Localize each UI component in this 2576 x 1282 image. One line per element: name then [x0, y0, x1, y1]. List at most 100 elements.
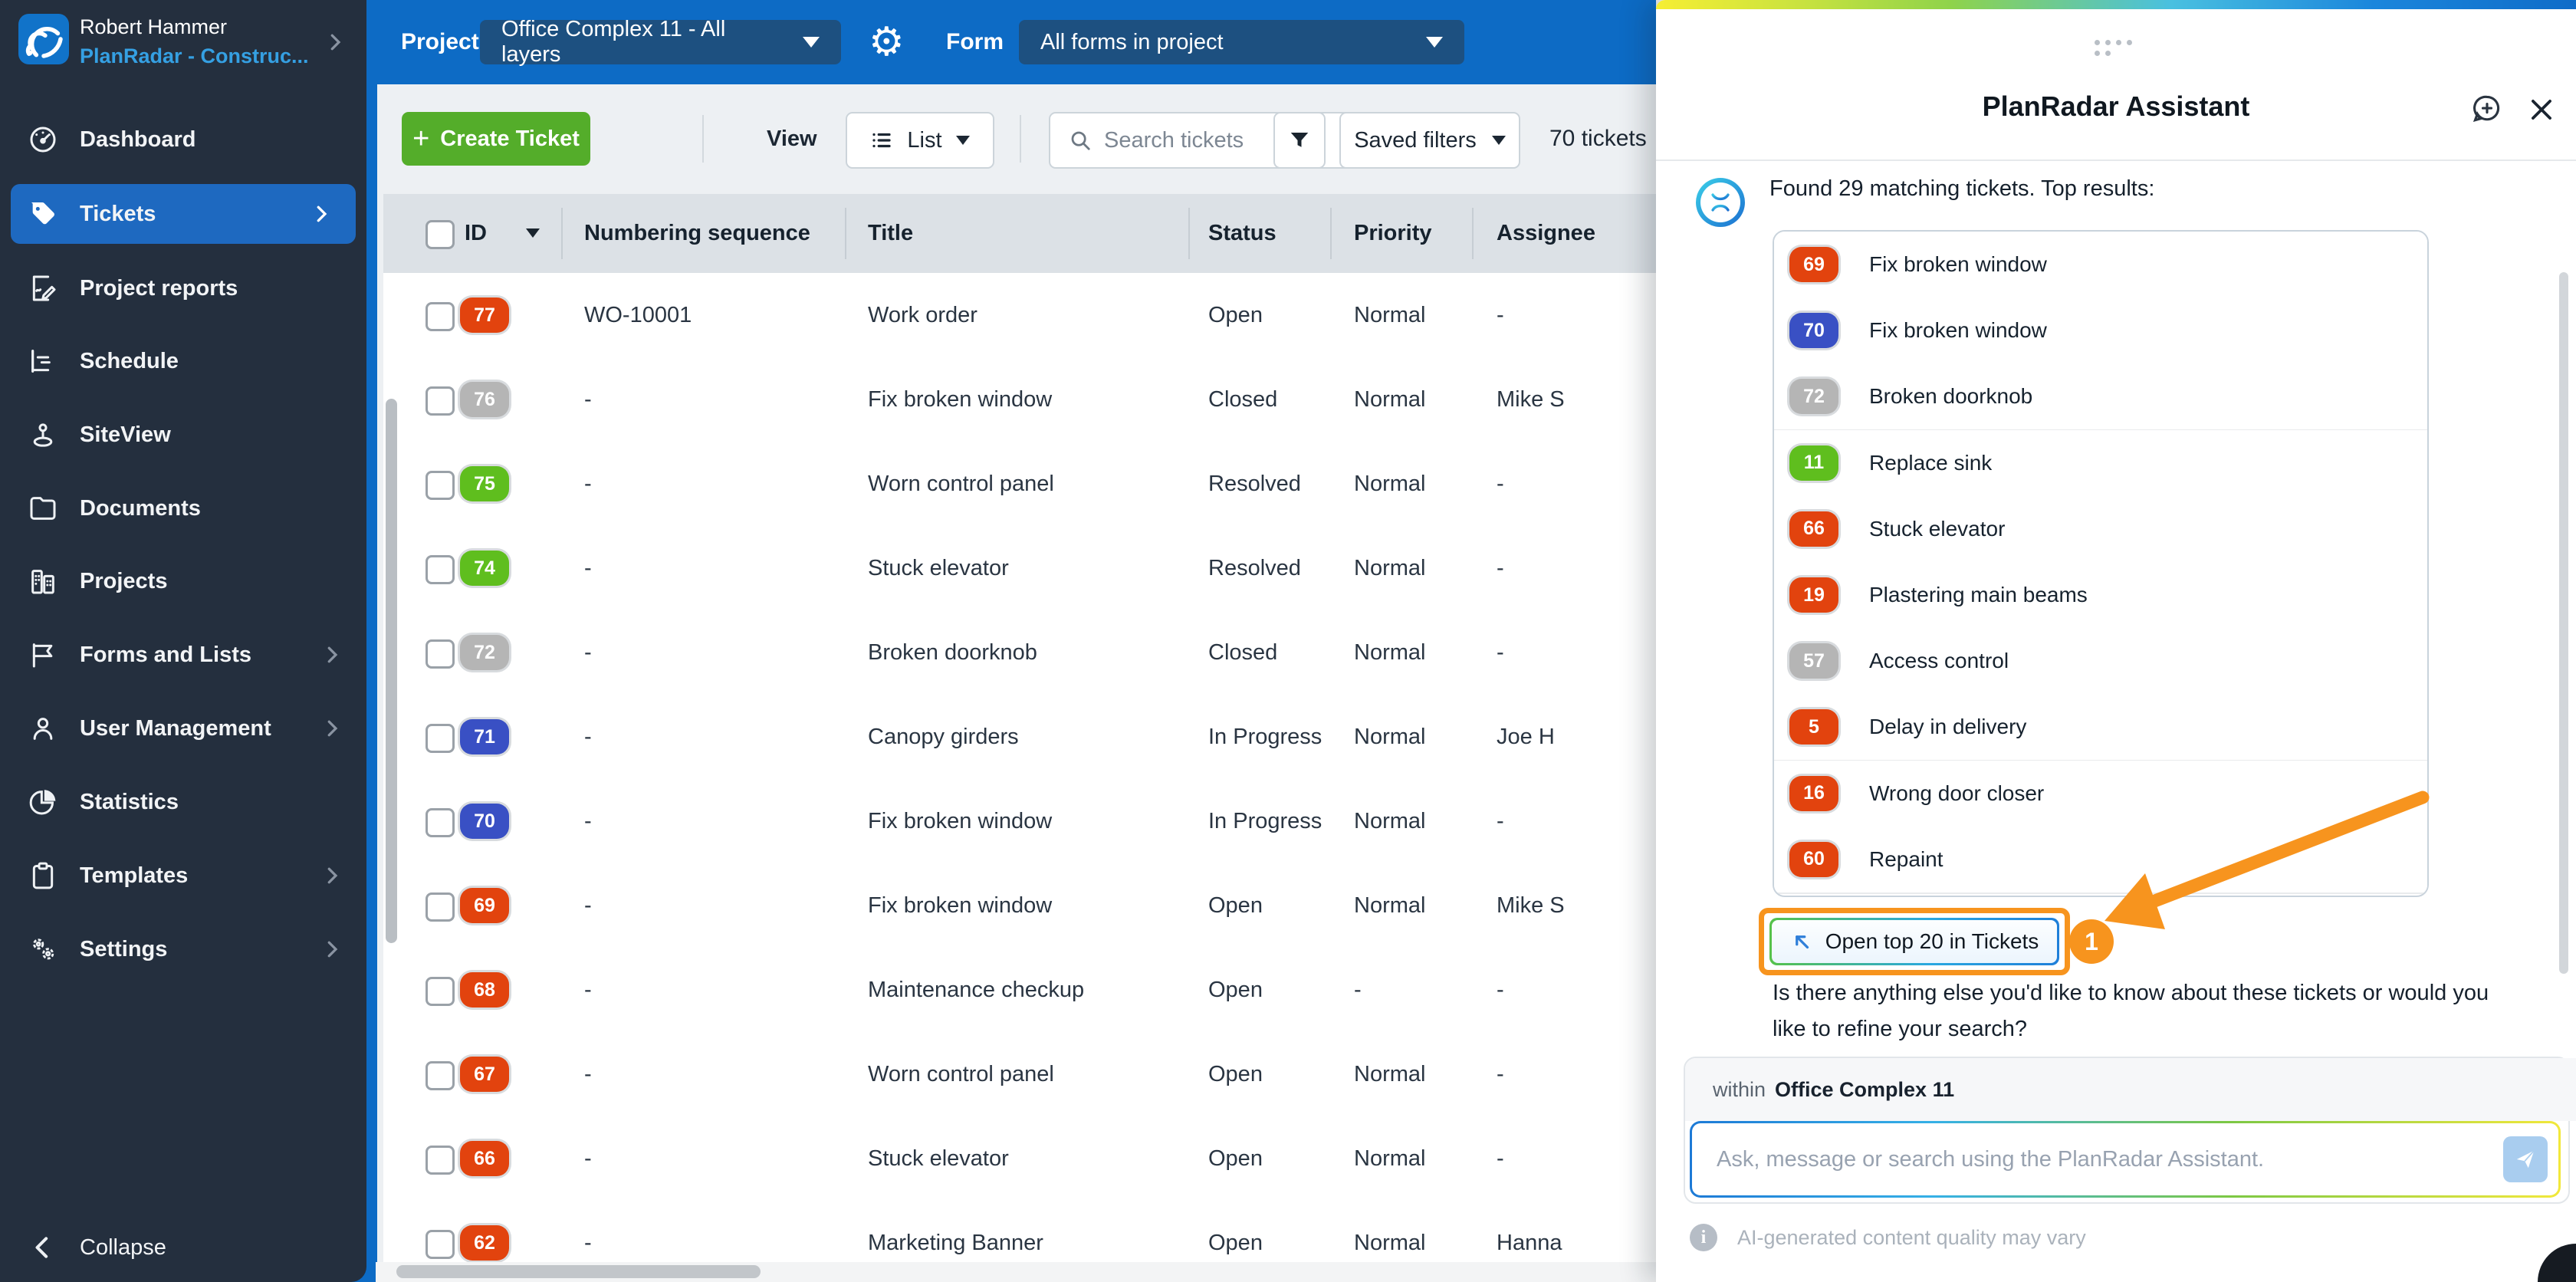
row-checkbox[interactable]: [426, 471, 455, 500]
sidebar-item-schedule[interactable]: Schedule: [0, 331, 366, 391]
assistant-input[interactable]: Ask, message or search using the PlanRad…: [1692, 1123, 2558, 1195]
table-row[interactable]: 76 - Fix broken window Closed Normal Mik…: [383, 357, 1656, 443]
sidebar-item-label: Templates: [80, 863, 189, 888]
table-row[interactable]: 74 - Stuck elevator Resolved Normal -: [383, 526, 1656, 612]
send-button[interactable]: [2503, 1136, 2548, 1182]
chevron-right-icon: [327, 646, 338, 663]
column-header-numbering[interactable]: Numbering sequence: [584, 194, 810, 273]
assistant-result-row[interactable]: 5 Delay in delivery: [1774, 694, 2427, 762]
cell-title: Canopy girders: [868, 725, 1019, 749]
sidebar-item-siteview[interactable]: SiteView: [0, 405, 366, 465]
table-horizontal-scrollbar[interactable]: [396, 1265, 761, 1278]
chevron-down-icon: [1426, 37, 1443, 48]
column-header-id[interactable]: ID: [465, 194, 487, 273]
table-row[interactable]: 67 - Worn control panel Open Normal -: [383, 1032, 1656, 1118]
ticket-id-badge: 72: [1789, 379, 1838, 415]
assistant-result-row[interactable]: 60 Repaint: [1774, 826, 2427, 894]
search-placeholder: Search tickets: [1104, 127, 1244, 153]
sidebar-item-documents[interactable]: Documents: [0, 478, 366, 538]
table-row[interactable]: 66 - Stuck elevator Open Normal -: [383, 1116, 1656, 1202]
column-header-title[interactable]: Title: [868, 194, 913, 273]
cell-priority: Normal: [1354, 556, 1426, 580]
row-checkbox[interactable]: [426, 977, 455, 1006]
assistant-logo-icon: [1711, 192, 1730, 212]
close-icon[interactable]: [2527, 95, 2556, 124]
row-checkbox[interactable]: [426, 1146, 455, 1175]
sort-desc-icon[interactable]: [526, 228, 540, 238]
row-checkbox[interactable]: [426, 724, 455, 753]
row-checkbox[interactable]: [426, 639, 455, 669]
row-checkbox[interactable]: [426, 808, 455, 837]
account-name: PlanRadar - Construc...: [80, 44, 309, 67]
sidebar-item-label: SiteView: [80, 422, 171, 447]
table-row[interactable]: 70 - Fix broken window In Progress Norma…: [383, 779, 1656, 865]
list-icon: [872, 133, 892, 148]
column-header-assignee[interactable]: Assignee: [1497, 194, 1595, 273]
table-row[interactable]: 69 - Fix broken window Open Normal Mike …: [383, 863, 1656, 949]
view-mode-dropdown[interactable]: List: [846, 112, 994, 169]
project-settings-gear-icon[interactable]: ⚙: [869, 0, 905, 84]
table-row[interactable]: 77 WO-10001 Work order Open Normal -: [383, 273, 1656, 359]
sidebar-item-tickets[interactable]: Tickets: [11, 184, 356, 244]
assistant-result-row[interactable]: 19 Plastering main beams: [1774, 562, 2427, 629]
sidebar-item-settings[interactable]: Settings: [0, 919, 366, 979]
assistant-result-row[interactable]: 11 Replace sink: [1774, 429, 2427, 498]
assistant-result-row[interactable]: 69 Fix broken window: [1774, 232, 2427, 299]
project-dropdown[interactable]: Office Complex 11 - All layers: [480, 17, 841, 67]
filter-button[interactable]: [1273, 112, 1326, 169]
assistant-input-placeholder: Ask, message or search using the PlanRad…: [1717, 1147, 2265, 1172]
feedback-icon[interactable]: [2470, 92, 2504, 126]
ticket-id-badge: 76: [460, 382, 509, 417]
table-row[interactable]: 68 - Maintenance checkup Open - -: [383, 948, 1656, 1034]
sidebar-item-statistics[interactable]: Statistics: [0, 772, 366, 832]
cell-status: Open: [1208, 1062, 1263, 1086]
saved-filters-dropdown[interactable]: Saved filters: [1339, 112, 1520, 169]
toolbar-divider: [1020, 115, 1021, 163]
row-checkbox[interactable]: [426, 555, 455, 584]
assistant-gradient-bar: [1656, 0, 2576, 9]
select-all-checkbox[interactable]: [426, 220, 455, 249]
ticket-id-badge: 66: [460, 1141, 509, 1176]
table-row[interactable]: 75 - Worn control panel Resolved Normal …: [383, 442, 1656, 528]
form-dropdown[interactable]: All forms in project: [1019, 20, 1464, 64]
report-icon: [32, 275, 56, 301]
ticket-id-badge: 62: [460, 1225, 509, 1261]
open-top-20-button[interactable]: Open top 20 in Tickets: [1769, 918, 2059, 965]
create-ticket-button[interactable]: + Create Ticket: [402, 112, 590, 166]
sidebar-item-dashboard[interactable]: Dashboard: [0, 110, 366, 169]
sidebar-item-project-reports[interactable]: Project reports: [0, 258, 366, 318]
user-account-block[interactable]: Robert Hammer PlanRadar - Construc...: [0, 0, 366, 84]
sidebar-item-forms-and-lists[interactable]: Forms and Lists: [0, 625, 366, 685]
search-icon: [1071, 131, 1090, 150]
row-checkbox[interactable]: [426, 302, 455, 331]
row-checkbox[interactable]: [426, 1061, 455, 1090]
view-mode-value: List: [907, 127, 942, 153]
assistant-scrollbar[interactable]: [2559, 272, 2568, 974]
row-checkbox[interactable]: [426, 1230, 455, 1259]
column-header-status[interactable]: Status: [1208, 194, 1276, 273]
sidebar-item-label: Dashboard: [80, 127, 196, 152]
sidebar-collapse-button[interactable]: Collapse: [0, 1218, 366, 1277]
sidebar: Robert Hammer PlanRadar - Construc... Da…: [0, 0, 366, 1282]
assistant-result-row[interactable]: 72 Broken doorknob: [1774, 363, 2427, 432]
disclaimer-row: i AI-generated content quality may vary: [1690, 1224, 2086, 1251]
table-row[interactable]: 72 - Broken doorknob Closed Normal -: [383, 610, 1656, 696]
ticket-id-badge: 75: [460, 466, 509, 501]
ticket-id-badge: 16: [1789, 775, 1838, 811]
sidebar-item-projects[interactable]: Projects: [0, 551, 366, 611]
assistant-result-row[interactable]: 70 Fix broken window: [1774, 297, 2427, 366]
table-vertical-scrollbar[interactable]: [386, 399, 397, 943]
assistant-result-row[interactable]: 66 Stuck elevator: [1774, 495, 2427, 564]
assistant-result-row[interactable]: 16 Wrong door closer: [1774, 760, 2427, 828]
row-checkbox[interactable]: [426, 386, 455, 416]
table-row[interactable]: 62 - Marketing Banner Open Normal Hanna: [383, 1201, 1656, 1262]
assistant-result-row[interactable]: 57 Access control: [1774, 628, 2427, 696]
context-scope-bar[interactable]: within Office Complex 11: [1685, 1058, 2576, 1121]
sidebar-item-templates[interactable]: Templates: [0, 846, 366, 906]
table-row[interactable]: 71 - Canopy girders In Progress Normal J…: [383, 695, 1656, 781]
row-checkbox[interactable]: [426, 892, 455, 922]
column-header-priority[interactable]: Priority: [1354, 194, 1432, 273]
assistant-panel: PlanRadar Assistant Found 29 matching ti…: [1656, 0, 2576, 1282]
sidebar-item-user-management[interactable]: User Management: [0, 699, 366, 758]
drag-handle-icon[interactable]: [2095, 40, 2137, 56]
